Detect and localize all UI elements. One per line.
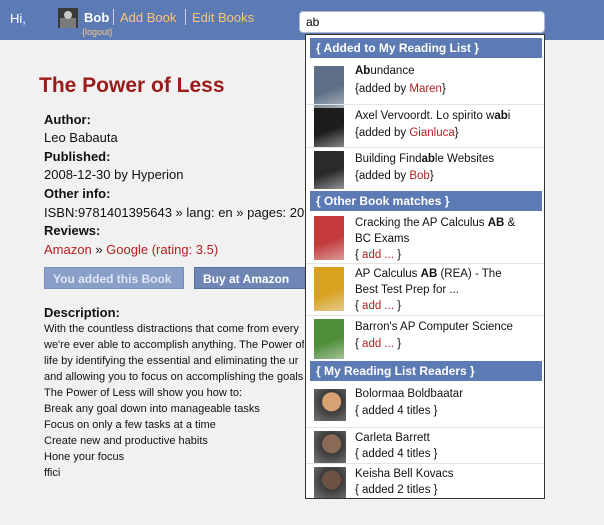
- result-title: Building Findable Websites: [355, 153, 495, 165]
- section-heading-readers: { My Reading List Readers }: [310, 361, 542, 381]
- result-subtitle: {added by Bob}: [355, 170, 434, 182]
- reader-titles-count: { added 4 titles }: [355, 448, 438, 460]
- section-heading-other-matches: { Other Book matches }: [310, 191, 542, 211]
- nav-divider: [113, 9, 114, 25]
- description-line: Focus on only a few tasks at a time: [44, 419, 216, 431]
- reader-avatar: [314, 467, 346, 498]
- amazon-review-link[interactable]: Amazon: [44, 242, 92, 257]
- reviews-label: Reviews:: [44, 223, 101, 238]
- nav-divider: [185, 9, 186, 25]
- user-name[interactable]: Bob: [84, 10, 109, 25]
- added-by-user-link[interactable]: Bob: [409, 170, 429, 182]
- result-title-line2: Best Test Prep for ...: [355, 284, 459, 296]
- description-line: The Power of Less will show you how to:: [44, 387, 243, 399]
- reader-titles-count: { added 4 titles }: [355, 405, 438, 417]
- description-line: we're ever able to accomplish anything. …: [44, 339, 304, 351]
- google-review-link[interactable]: Google (rating: 3.5): [106, 242, 218, 257]
- result-title-line2: BC Exams: [355, 233, 410, 245]
- description-label: Description:: [44, 305, 120, 320]
- result-title: Cracking the AP Calculus AB &: [355, 217, 516, 229]
- search-input[interactable]: [299, 11, 545, 33]
- result-item[interactable]: Barron's AP Computer Science { add ... }: [306, 315, 544, 359]
- book-cover-thumbnail: [314, 108, 344, 148]
- book-cover-thumbnail: [314, 66, 344, 108]
- description-line: With the countless distractions that com…: [44, 323, 299, 335]
- add-book-action[interactable]: add ...: [362, 300, 394, 312]
- reader-item[interactable]: Bolormaa Boldbaatar { added 4 titles }: [306, 383, 544, 427]
- result-title: Abundance: [355, 65, 415, 77]
- book-cover-thumbnail: [314, 267, 344, 311]
- result-item[interactable]: Building Findable Websites {added by Bob…: [306, 147, 544, 189]
- result-item[interactable]: Cracking the AP Calculus AB & BC Exams {…: [306, 213, 544, 265]
- greeting: Hi,: [10, 11, 26, 26]
- other-info-value: ISBN:9781401395643 » lang: en » pages: 2…: [44, 205, 304, 220]
- logout-link[interactable]: {logout}: [82, 27, 113, 37]
- reader-name: Keisha Bell Kovacs: [355, 468, 454, 480]
- book-cover-thumbnail: [314, 216, 344, 260]
- buy-at-amazon-button[interactable]: Buy at Amazon: [194, 267, 306, 289]
- description-line: life by identifying the essential and el…: [44, 355, 299, 367]
- result-item[interactable]: Axel Vervoordt. Lo spirito wabi {added b…: [306, 104, 544, 148]
- reader-avatar: [314, 431, 346, 463]
- result-title: AP Calculus AB (REA) - The: [355, 268, 502, 280]
- published-label: Published:: [44, 149, 111, 164]
- add-book-link[interactable]: Add Book: [120, 10, 176, 25]
- add-book-action[interactable]: add ...: [362, 249, 394, 261]
- result-subtitle: { add ... }: [355, 249, 402, 261]
- result-subtitle: {added by Gianluca}: [355, 127, 459, 139]
- result-title: Axel Vervoordt. Lo spirito wabi: [355, 110, 511, 122]
- description-line: Break any goal down into manageable task…: [44, 403, 260, 415]
- search-results-dropdown: { Added to My Reading List } Abundance {…: [305, 34, 545, 499]
- reader-item[interactable]: Keisha Bell Kovacs { added 2 titles }: [306, 463, 544, 498]
- description-line: Hone your focus: [44, 451, 125, 463]
- result-subtitle: { add ... }: [355, 338, 402, 350]
- reviews-links: Amazon » Google (rating: 3.5): [44, 242, 218, 257]
- book-cover-thumbnail: [314, 151, 344, 189]
- result-subtitle: { add ... }: [355, 300, 402, 312]
- published-value: 2008-12-30 by Hyperion: [44, 167, 184, 182]
- reader-item[interactable]: Carleta Barrett { added 4 titles }: [306, 427, 544, 463]
- result-subtitle: {added by Maren}: [355, 83, 446, 95]
- section-heading-reading-list: { Added to My Reading List }: [310, 38, 542, 58]
- author-value[interactable]: Leo Babauta: [44, 130, 118, 145]
- description-line: ffici: [44, 467, 61, 479]
- reader-name: Carleta Barrett: [355, 432, 430, 444]
- description-line: Create new and productive habits: [44, 435, 208, 447]
- reviews-separator: »: [91, 242, 107, 257]
- book-cover-thumbnail: [314, 319, 344, 359]
- reader-avatar: [314, 389, 346, 421]
- description-line: and allowing you to focus on accomplishi…: [44, 371, 304, 383]
- reader-name: Bolormaa Boldbaatar: [355, 388, 464, 400]
- other-info-label: Other info:: [44, 186, 111, 201]
- added-by-user-link[interactable]: Maren: [409, 83, 442, 95]
- reader-titles-count: { added 2 titles }: [355, 484, 438, 496]
- added-book-button[interactable]: You added this Book: [44, 267, 184, 289]
- added-by-user-link[interactable]: Gianluca: [409, 127, 454, 139]
- book-title: The Power of Less: [39, 74, 225, 97]
- user-avatar[interactable]: [58, 8, 78, 28]
- edit-books-link[interactable]: Edit Books: [192, 10, 254, 25]
- result-title: Barron's AP Computer Science: [355, 321, 513, 333]
- result-item[interactable]: AP Calculus AB (REA) - The Best Test Pre…: [306, 263, 544, 315]
- author-label: Author:: [44, 112, 91, 127]
- add-book-action[interactable]: add ...: [362, 338, 394, 350]
